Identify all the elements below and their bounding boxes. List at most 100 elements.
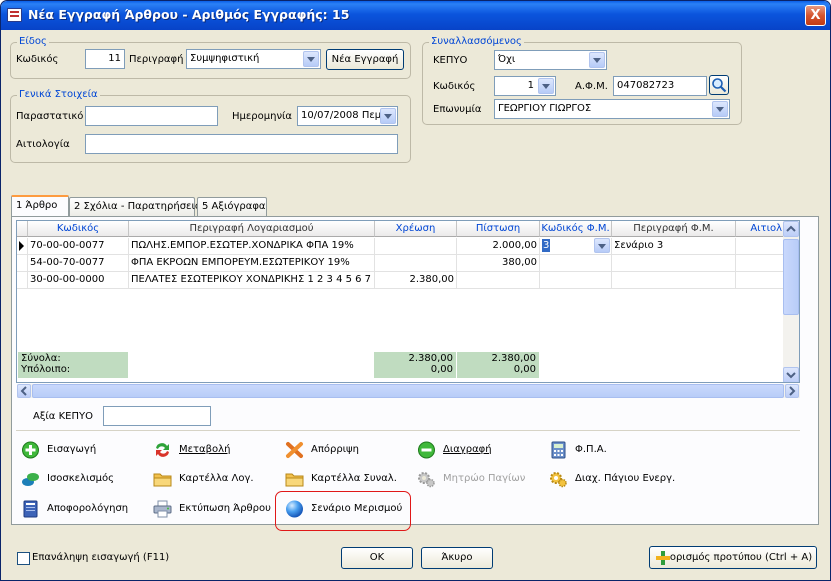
table-cell[interactable] [375, 238, 457, 255]
chevron-down-icon[interactable] [303, 51, 319, 67]
document-input[interactable] [85, 106, 218, 126]
printer-icon [153, 500, 172, 518]
row-indicator[interactable] [17, 238, 28, 255]
table-cell[interactable] [457, 272, 540, 289]
col-header-fm-code[interactable]: Κωδικός Φ.Μ. [540, 221, 612, 237]
balance-label: Ισοσκελισμός [47, 473, 115, 484]
chevron-down-icon[interactable] [712, 101, 728, 117]
account-card-button[interactable]: Καρτέλλα Λογ. [153, 469, 254, 489]
close-button[interactable]: X [805, 5, 826, 26]
plus-green-icon [22, 441, 39, 459]
cancel-button[interactable]: Άκυρο [421, 547, 493, 569]
table-cell[interactable]: ΠΕΛΑΤΕΣ ΕΣΩΤΕΡΙΚΟΥ ΧΟΝΔΡΙΚΗΣ 1 2 3 4 5 6… [129, 272, 375, 289]
kepyo-amount-input[interactable] [103, 406, 211, 426]
table-cell[interactable]: ΠΩΛΗΣ.ΕΜΠΟΡ.ΕΣΩΤΕΡ.ΧΟΝΔΡΙΚΑ ΦΠΑ 19% [129, 238, 375, 255]
scroll-thumb[interactable] [783, 239, 799, 315]
row-indicator[interactable] [17, 272, 28, 289]
eidos-description-label: Περιγραφή [129, 54, 184, 65]
table-cell[interactable] [612, 255, 736, 272]
scroll-right-button[interactable] [785, 384, 799, 398]
balance-button[interactable]: Ισοσκελισμός [21, 469, 114, 489]
ok-button[interactable]: OK [341, 547, 413, 569]
table-cell[interactable] [375, 255, 457, 272]
scroll-down-button[interactable] [783, 367, 799, 382]
kepyo-combo[interactable]: Όχι [494, 50, 607, 70]
company-name-combo[interactable]: ΓΕΩΡΓΙΟΥ ΓΙΩΡΓΟΣ [494, 99, 730, 119]
article-grid[interactable]: Κωδικός Περιγραφή Λογαριασμού Χρέωση Πίσ… [16, 220, 800, 383]
col-header-justification[interactable]: Αιτιολ [736, 221, 785, 237]
window-title: Νέα Εγγραφή Άρθρου - Αριθμός Εγγραφής: 1… [28, 7, 350, 22]
chevron-down-icon[interactable] [594, 238, 610, 253]
modify-button[interactable]: Μεταβολή [153, 440, 230, 460]
scroll-left-button[interactable] [17, 384, 31, 398]
tax-relief-button[interactable]: Αποφορολόγηση [21, 499, 128, 519]
col-header-code[interactable]: Κωδικός [28, 221, 129, 237]
tab-article-label: 1 Άρθρο [16, 200, 58, 211]
repeat-entry-checkbox[interactable] [17, 552, 30, 565]
justification-input[interactable] [85, 134, 398, 154]
vertical-scrollbar[interactable] [783, 221, 799, 382]
tax-book-icon [23, 500, 38, 518]
table-cell[interactable] [612, 272, 736, 289]
vat-button[interactable]: Φ.Π.Α. [549, 440, 607, 460]
table-cell[interactable] [540, 272, 612, 289]
print-article-button[interactable]: Εκτύπωση Άρθρου [153, 499, 271, 519]
insert-label: Εισαγωγή [47, 444, 97, 455]
table-cell[interactable]: 70-00-00-0077 [28, 238, 129, 255]
table-cell[interactable] [736, 238, 785, 255]
table-cell[interactable] [540, 255, 612, 272]
chevron-down-icon[interactable] [538, 78, 554, 94]
table-cell[interactable] [736, 255, 785, 272]
delete-button[interactable]: Διαγραφή [417, 440, 492, 460]
reject-x-icon [286, 442, 303, 458]
date-combo[interactable]: 10/07/2008 Πεμ [297, 106, 398, 126]
table-cell[interactable]: 54-00-70-0077 [28, 255, 129, 272]
eidos-code-input[interactable]: 11 [85, 49, 125, 69]
scroll-thumb[interactable] [32, 384, 784, 398]
new-entry-button[interactable]: Νέα Εγγραφή [326, 49, 404, 70]
counterparty-card-button[interactable]: Καρτέλλα Συναλ. [285, 469, 397, 489]
horizontal-scrollbar[interactable] [17, 384, 800, 398]
insert-button[interactable]: Εισαγωγή [21, 440, 96, 460]
add-template-icon [656, 551, 670, 565]
table-cell[interactable]: 2.380,00 [375, 272, 457, 289]
tab-securities[interactable]: 5 Αξιόγραφα [197, 197, 267, 217]
eidos-description-combo[interactable]: Συμψηφιστική [186, 49, 321, 69]
reject-button[interactable]: Απόρριψη [285, 440, 359, 460]
kepyo-label: ΚΕΠΥΟ [433, 55, 468, 66]
minus-green-icon [418, 441, 435, 459]
tab-comments[interactable]: 2 Σχόλια - Παρατηρήσεις [69, 197, 201, 217]
afm-input[interactable]: 047082723 [613, 76, 707, 96]
table-cell[interactable]: Σενάριο 3 [612, 238, 736, 255]
template-button[interactable]: ορισμός προτύπου (Ctrl + A) [649, 546, 817, 569]
table-cell[interactable] [736, 272, 785, 289]
col-header-fm-description[interactable]: Περιγραφή Φ.Μ. [612, 221, 736, 237]
fixed-assets-registry-button[interactable]: Μητρώο Παγίων [417, 469, 525, 489]
col-header-description[interactable]: Περιγραφή Λογαριασμού [129, 221, 375, 237]
table-cell[interactable]: 380,00 [457, 255, 540, 272]
title-bar[interactable]: Νέα Εγγραφή Άρθρου - Αριθμός Εγγραφής: 1… [1, 1, 830, 30]
col-header-debit[interactable]: Χρέωση [375, 221, 457, 237]
fm-code-combo[interactable]: 3 [540, 238, 612, 255]
dialog-window: Νέα Εγγραφή Άρθρου - Αριθμός Εγγραφής: 1… [0, 0, 831, 581]
eidos-description-value: Συμψηφιστική [190, 53, 260, 64]
fixed-asset-management-button[interactable]: Διαχ. Πάγιου Ενεργ. [549, 469, 675, 489]
repeat-entry-label: Επανάληψη εισαγωγή (F11) [32, 552, 170, 563]
scroll-up-button[interactable] [783, 221, 799, 237]
totals-debit: 2.380,00 0,00 [374, 352, 456, 378]
chevron-down-icon[interactable] [380, 108, 396, 124]
row-indicator[interactable] [17, 255, 28, 272]
col-header-credit[interactable]: Πίστωση [457, 221, 540, 237]
table-cell[interactable]: 2.000,00 [457, 238, 540, 255]
table-cell[interactable]: ΦΠΑ ΕΚΡΟΩΝ ΕΜΠΟΡΕΥΜ.ΕΣΩΤΕΡΙΚΟΥ 19% [129, 255, 375, 272]
reject-label: Απόρριψη [311, 444, 359, 455]
highlight-annotation [275, 491, 411, 531]
totals-credit: 2.380,00 0,00 [457, 352, 539, 378]
totals-label: Σύνολα: Υπόλοιπο: [18, 352, 128, 378]
chevron-down-icon[interactable] [589, 52, 605, 68]
counterparty-code-combo[interactable]: 1 [494, 76, 556, 96]
fm-code-value: 3 [542, 239, 551, 252]
search-button[interactable] [709, 75, 729, 95]
tab-article[interactable]: 1 Άρθρο [11, 195, 69, 217]
table-cell[interactable]: 30-00-00-0000 [28, 272, 129, 289]
